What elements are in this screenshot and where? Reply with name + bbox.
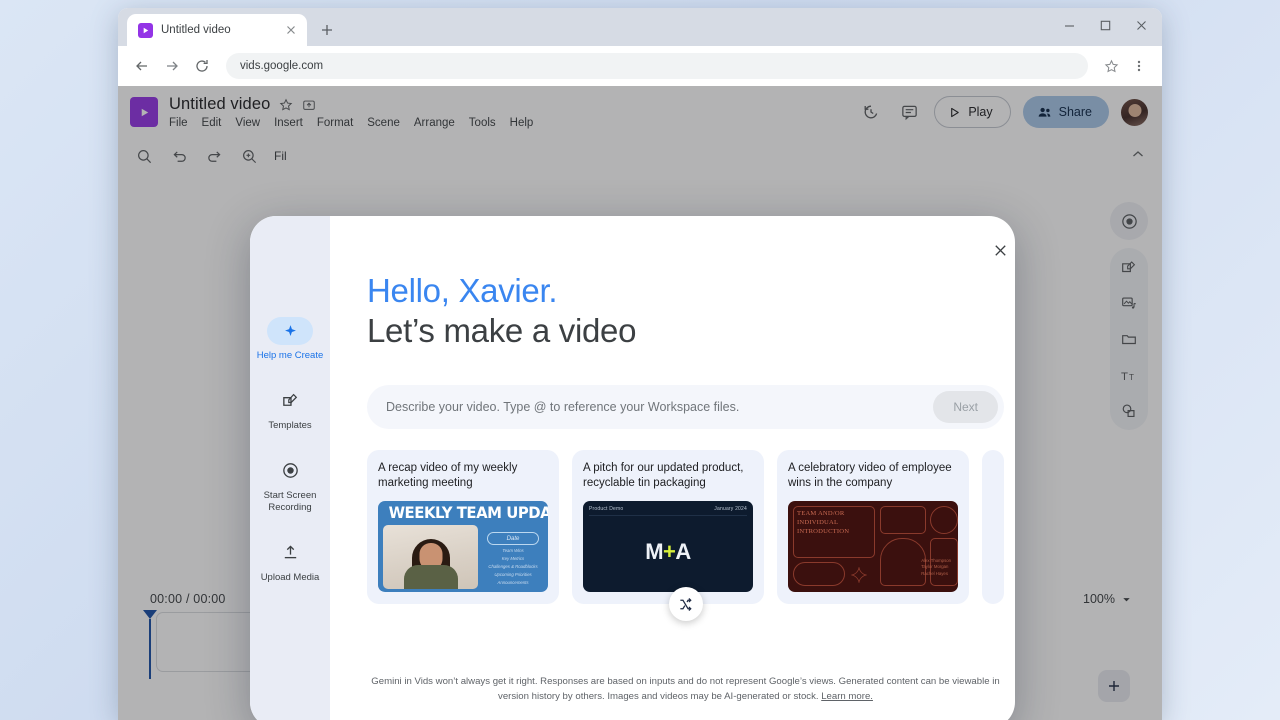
close-icon[interactable]	[283, 22, 299, 38]
sidebar-item-upload-media[interactable]: Upload Media	[254, 539, 326, 584]
vids-icon	[138, 22, 153, 38]
dialog-sidebar: Help me Create Templates Start Screen Re…	[250, 216, 330, 720]
suggestion-card[interactable]: A recap video of my weekly marketing mee…	[367, 450, 559, 605]
suggestion-card-partial[interactable]	[982, 450, 1004, 605]
sidebar-item-help-me-create[interactable]: Help me Create	[254, 317, 326, 362]
browser-toolbar: vids.google.com	[118, 46, 1162, 86]
prompt-input-placeholder[interactable]: Describe your video. Type @ to reference…	[386, 400, 933, 414]
sidebar-item-label: Templates	[268, 419, 312, 431]
sidebar-item-label: Help me Create	[256, 350, 324, 361]
thumbnail-eyebrow-left: Product Demo	[589, 506, 624, 513]
suggestion-card[interactable]: A pitch for our updated product, recycla…	[572, 450, 764, 605]
sidebar-item-label: Start Screen Recording	[263, 489, 317, 513]
star-icon[interactable]	[1098, 53, 1124, 79]
thumbnail-date-pill: Date	[487, 532, 539, 546]
maximize-icon[interactable]	[1088, 10, 1122, 40]
greeting-subtitle: Let’s make a video	[367, 311, 637, 349]
thumbnail-eyebrow-right: January 2024	[714, 506, 747, 513]
thumbnail-line: Key Metrics	[501, 556, 525, 562]
sparkle-icon	[267, 317, 313, 345]
prompt-input-row[interactable]: Describe your video. Type @ to reference…	[367, 385, 1004, 430]
back-arrow-icon[interactable]	[128, 52, 156, 80]
minimize-icon[interactable]	[1052, 10, 1086, 40]
templates-icon	[267, 387, 313, 415]
suggestion-card-title: A pitch for our updated product, recycla…	[583, 462, 744, 490]
help-me-create-dialog: Help me Create Templates Start Screen Re…	[250, 216, 1015, 720]
thumbnail-line: Announcements	[497, 580, 529, 586]
disclaimer-text: Gemini in Vids won’t always get it right…	[371, 676, 1000, 702]
logo-right: A	[675, 538, 691, 564]
browser-tab[interactable]: Untitled video	[127, 14, 307, 46]
greeting-name: Hello, Xavier.	[367, 272, 558, 309]
thumbnail-heading: TEAM AND/OR INDIVIDUAL INTRODUCTION	[797, 510, 850, 535]
close-icon[interactable]	[986, 236, 1014, 264]
record-icon	[267, 457, 313, 485]
forward-arrow-icon[interactable]	[158, 52, 186, 80]
suggestion-card-thumbnail: TEAM AND/OR INDIVIDUAL INTRODUCTION Alex…	[788, 501, 958, 593]
thumbnail-line: Challenges & Roadblocks	[488, 564, 538, 570]
sidebar-item-templates[interactable]: Templates	[254, 387, 326, 432]
new-tab-icon[interactable]	[313, 16, 341, 44]
suggestion-card[interactable]: A celebratory video of employee wins in …	[777, 450, 969, 605]
logo-plus: +	[663, 538, 676, 564]
close-icon[interactable]	[1124, 10, 1158, 40]
suggestion-card-title: A celebratory video of employee wins in …	[788, 462, 952, 490]
suggestion-card-title: A recap video of my weekly marketing mee…	[378, 462, 518, 490]
more-vertical-icon[interactable]	[1126, 53, 1152, 79]
dialog-main: Hello, Xavier. Let’s make a video Descri…	[330, 216, 1015, 720]
address-bar[interactable]: vids.google.com	[226, 53, 1088, 79]
browser-tab-title: Untitled video	[161, 24, 231, 36]
shuffle-button[interactable]	[668, 587, 703, 622]
suggestion-card-thumbnail: Product Demo January 2024 M+A	[583, 501, 753, 593]
thumbnail-line: Upcoming Priorities	[494, 572, 532, 578]
window-controls	[1052, 8, 1158, 42]
thumbnail-logo: M+A	[645, 539, 691, 565]
disclaimer: Gemini in Vids won’t always get it right…	[367, 675, 1004, 704]
learn-more-link[interactable]: Learn more.	[821, 691, 873, 702]
reload-icon[interactable]	[188, 52, 216, 80]
thumbnail-names: Alex Thompson Taylor Morgan Rachel Hayes	[921, 558, 951, 577]
vids-app: Untitled video File Edit View Insert For…	[118, 86, 1162, 720]
address-bar-text: vids.google.com	[240, 60, 324, 72]
thumbnail-name: Taylor Morgan	[921, 564, 949, 570]
logo-left: M	[645, 538, 664, 564]
suggestion-card-thumbnail: WEEKLY TEAM UPDATES Date Team Wins Key M…	[378, 501, 548, 593]
sidebar-item-start-screen-recording[interactable]: Start Screen Recording	[254, 457, 326, 514]
thumbnail-name: Rachel Hayes	[921, 570, 948, 576]
browser-tabstrip: Untitled video	[118, 8, 1162, 46]
suggestion-cards: A recap video of my weekly marketing mee…	[367, 450, 1004, 622]
sidebar-item-label: Upload Media	[260, 571, 320, 583]
upload-icon	[267, 539, 313, 567]
thumbnail-line: Team Wins	[502, 548, 524, 554]
browser-window: Untitled video vids.google.com Untitled …	[118, 8, 1162, 720]
thumbnail-photo	[383, 525, 478, 590]
next-button[interactable]: Next	[933, 391, 998, 424]
thumbnail-heading: WEEKLY TEAM UPDATES	[388, 503, 548, 523]
shuffle-icon	[680, 597, 692, 611]
sparkle-icon	[851, 567, 867, 583]
